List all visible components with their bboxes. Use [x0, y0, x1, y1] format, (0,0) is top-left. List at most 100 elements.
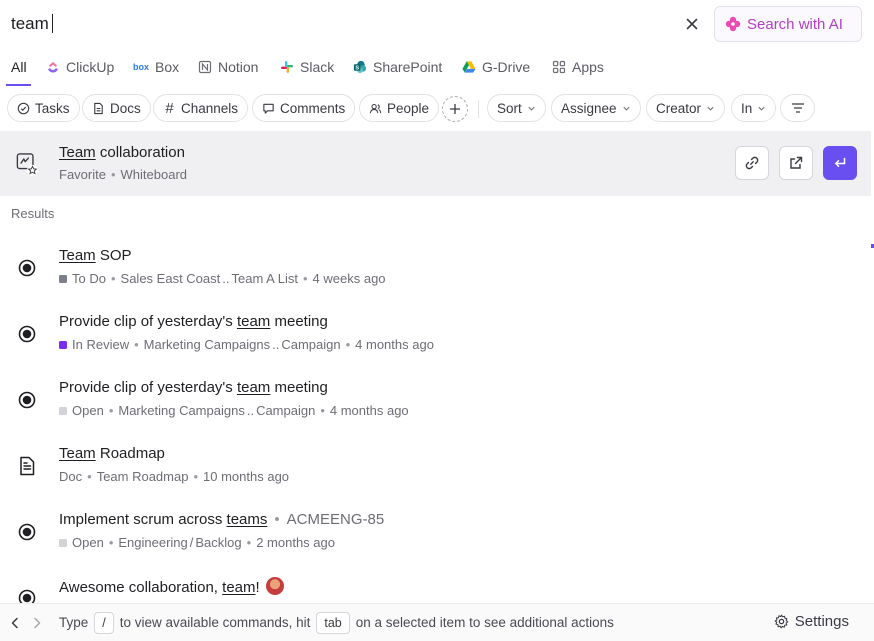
tab-label: Box [155, 59, 180, 75]
in-dropdown[interactable]: In [731, 94, 777, 122]
search-with-ai-button[interactable]: Search with AI [714, 6, 862, 42]
location-path: Team Roadmap [96, 469, 189, 484]
settings-button[interactable]: Settings [774, 613, 849, 630]
meta-separator: • [110, 167, 116, 182]
tab-sharepoint[interactable]: S SharePoint [353, 48, 442, 86]
source-tabs: All ClickUp box Box Notion Slack S Share… [0, 48, 874, 88]
location-path: Marketing Campaigns [118, 403, 245, 418]
path-separator: .. [272, 337, 280, 352]
result-title: Provide clip of yesterday's team meeting [59, 313, 328, 330]
copy-link-button[interactable] [735, 146, 769, 180]
search-input[interactable] [11, 12, 611, 36]
type-label: Whiteboard [120, 167, 188, 182]
gdrive-icon [462, 61, 476, 73]
result-meta: To Do • Sales East Coast .. Team A List … [59, 271, 386, 286]
result-title: Implement scrum across teams • ACMEENG-85 [59, 511, 385, 528]
footer-bar: Type / to view available commands, hit t… [0, 603, 874, 641]
chevron-down-icon [707, 106, 714, 111]
filter-people-chip[interactable]: People [359, 94, 440, 122]
tab-clickup[interactable]: ClickUp [46, 48, 114, 86]
location-list: Campaign [256, 403, 316, 418]
result-row[interactable]: Provide clip of yesterday's team meeting… [0, 299, 871, 365]
title-match: team [222, 579, 256, 596]
filter-comments-chip[interactable]: Comments [252, 94, 356, 122]
result-title: Team Roadmap [59, 445, 165, 462]
location-path: Sales East Coast [120, 271, 221, 286]
tab-notion[interactable]: Notion [198, 48, 258, 86]
type-label: Doc [59, 469, 83, 484]
add-filter-button[interactable] [442, 96, 468, 122]
result-row[interactable]: Awesome collaboration, team! [0, 563, 871, 603]
tab-label: Apps [572, 59, 604, 75]
assignee-dropdown[interactable]: Assignee [551, 94, 641, 122]
filter-docs-chip[interactable]: Docs [82, 94, 151, 122]
close-icon [686, 18, 698, 30]
box-icon: box [133, 62, 150, 72]
back-button[interactable] [6, 614, 24, 632]
result-row[interactable]: Team SOP To Do • Sales East Coast .. Tea… [0, 233, 871, 299]
creator-dropdown[interactable]: Creator [646, 94, 726, 122]
title-match: team [236, 313, 271, 330]
task-status-icon [16, 389, 38, 411]
tab-slack[interactable]: Slack [280, 48, 334, 86]
result-row[interactable]: Provide clip of yesterday's team meeting… [0, 365, 871, 431]
hash-icon: # [165, 99, 174, 117]
status-color-swatch [59, 340, 67, 349]
title-match: Team [59, 445, 96, 462]
slash-key: / [94, 611, 114, 634]
chip-label: Channels [181, 100, 239, 116]
result-row[interactable]: Team Roadmap Doc • Team Roadmap • 10 mon… [0, 431, 871, 497]
clickup-icon [48, 62, 58, 73]
result-meta: Open • Marketing Campaigns .. Campaign •… [59, 403, 409, 418]
status-color-swatch [59, 538, 67, 547]
forward-button[interactable] [28, 614, 46, 632]
status-label: Open [72, 535, 104, 550]
task-id: ACMEENG-85 [286, 511, 385, 528]
chevron-down-icon [528, 106, 535, 111]
plus-icon [450, 104, 460, 114]
dropdown-label: Creator [656, 100, 702, 116]
filter-tasks-chip[interactable]: Tasks [7, 94, 80, 122]
tab-label: Slack [300, 59, 335, 75]
settings-label: Settings [794, 613, 849, 630]
filter-divider [478, 100, 479, 118]
open-result-button[interactable] [823, 146, 857, 180]
sort-dropdown[interactable]: Sort [487, 94, 546, 122]
people-icon [369, 103, 382, 113]
gear-icon [774, 614, 789, 629]
location-list: Team A List [231, 271, 298, 286]
tab-apps[interactable]: Apps [552, 48, 604, 86]
selected-result-row[interactable]: Team collaboration Favorite • Whiteboard [0, 131, 871, 196]
chip-label: People [387, 100, 430, 116]
doc-icon [94, 102, 103, 114]
comment-icon [263, 103, 274, 114]
filter-options-button[interactable] [780, 94, 815, 122]
favorite-label: Favorite [59, 167, 106, 182]
search-with-ai-label: Search with AI [747, 15, 843, 33]
apps-grid-icon [552, 60, 566, 74]
path-separator: .. [246, 403, 255, 418]
timestamp: 10 months ago [203, 469, 290, 484]
tab-all[interactable]: All [11, 48, 27, 86]
title-match: Team [59, 144, 96, 161]
title-rest: collaboration [95, 144, 185, 161]
filter-channels-chip[interactable]: # Channels [153, 94, 249, 122]
timestamp: 2 months ago [256, 535, 335, 550]
title-match: team [236, 379, 271, 396]
clear-search-button[interactable] [682, 14, 702, 34]
external-link-icon [790, 156, 803, 169]
tab-label: ClickUp [66, 59, 115, 75]
search-bar: Search with AI [0, 0, 874, 48]
task-status-icon [16, 587, 38, 603]
result-row[interactable]: Implement scrum across teams • ACMEENG-85 … [0, 497, 871, 563]
result-meta: Favorite • Whiteboard [59, 167, 187, 182]
tab-box[interactable]: box Box [133, 48, 179, 86]
tab-gdrive[interactable]: G-Drive [462, 48, 530, 86]
open-new-tab-button[interactable] [779, 146, 813, 180]
path-separator: .. [222, 271, 230, 286]
location-path: Marketing Campaigns [143, 337, 271, 352]
task-status-icon [16, 521, 38, 543]
timestamp: 4 weeks ago [312, 271, 386, 286]
footer-type-text: Type [59, 615, 89, 630]
path-separator: / [189, 535, 194, 550]
